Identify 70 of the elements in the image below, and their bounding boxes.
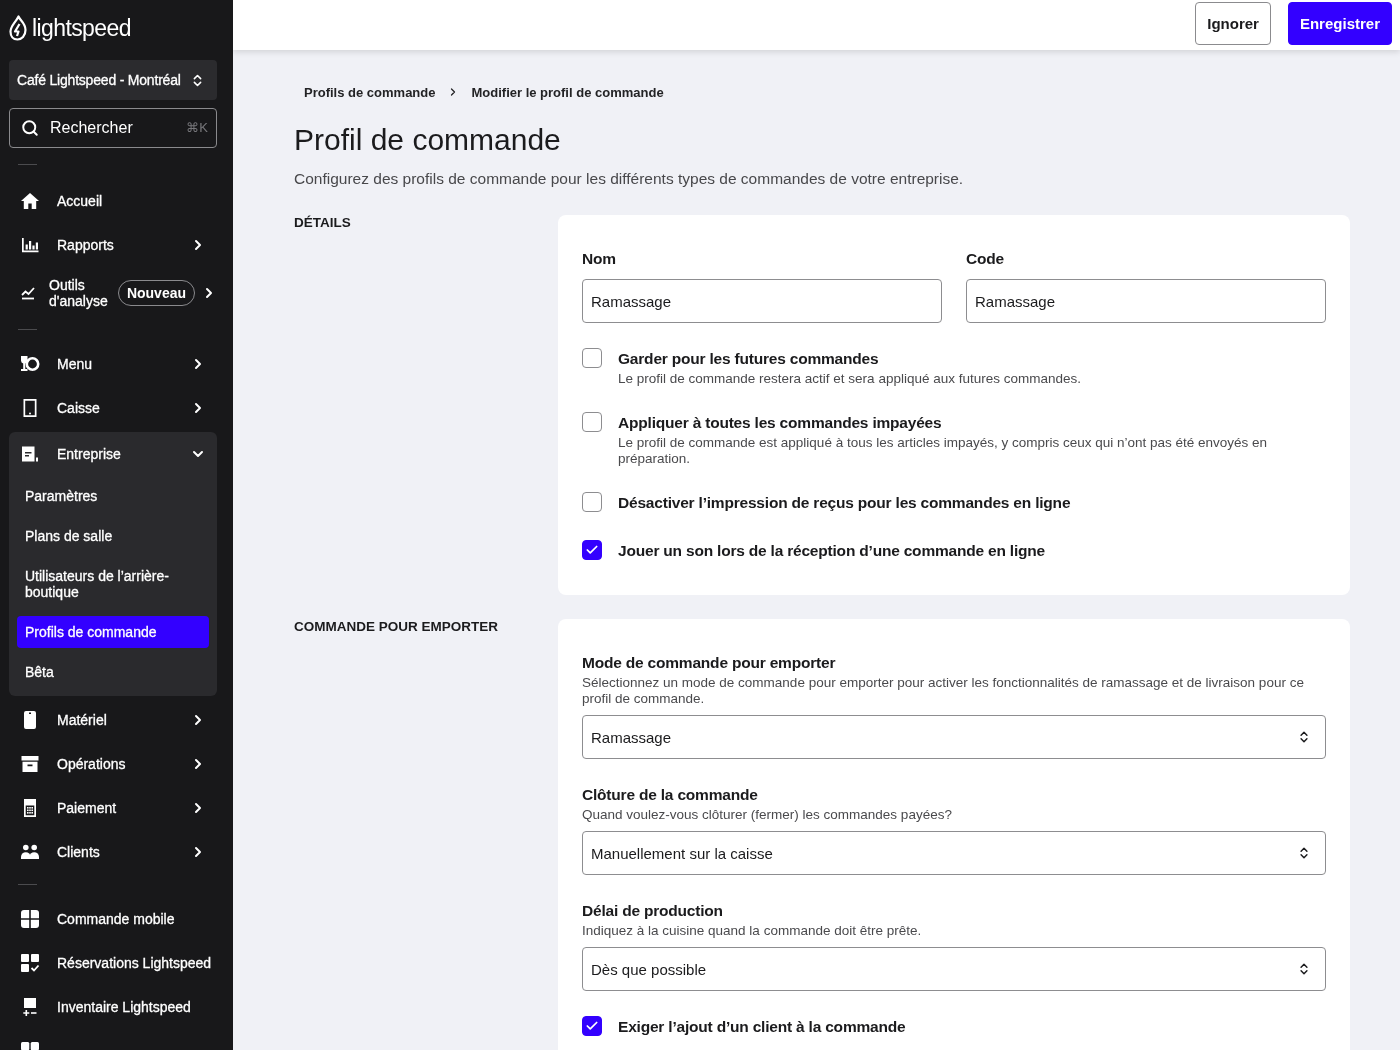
- checkbox[interactable]: [582, 492, 602, 512]
- people-icon: [20, 842, 40, 862]
- nav-item[interactable]: Entreprise: [9, 432, 217, 476]
- field-description: Indiquez à la cuisine quand la commande doit être prête.: [582, 923, 922, 939]
- field-label: Mode de commande pour emporter: [582, 653, 836, 673]
- nav-item[interactable]: Menu: [9, 342, 217, 386]
- section-heading: DÉTAILS: [294, 215, 352, 231]
- checkbox-description: Le profil de commande est appliqué à tous les articles impayés, y compris ceux qui n’ont pas été envoyés en préparation.: [618, 435, 1269, 467]
- nav-subitem[interactable]: Plans de salle: [17, 520, 209, 552]
- nav-item[interactable]: Accueil: [9, 179, 217, 223]
- checkbox[interactable]: [582, 412, 602, 432]
- document-icon: [20, 444, 40, 464]
- grid-check-icon: [20, 953, 40, 973]
- text-field[interactable]: Ramassage: [966, 279, 1326, 323]
- page-title: Profil de commande: [294, 122, 562, 158]
- location-selector[interactable]: Café Lightspeed - Montréal: [9, 60, 217, 100]
- glass-plate-icon: [20, 354, 40, 374]
- page-description: Configurez des profils de commande pour les différents types de commandes de votre entreprise.: [294, 169, 965, 189]
- box-plus-minus-icon: [20, 997, 40, 1017]
- field-description: Sélectionnez un mode de commande pour emporter pour activer les fonctionnalités de ramassage et de livraison pour ce profil de commande.: [582, 675, 1305, 707]
- checkbox-label: Appliquer à toutes les commandes impayées: [618, 413, 942, 433]
- nav-item[interactable]: Paiement: [9, 786, 217, 830]
- nav-item[interactable]: Rapports: [9, 223, 217, 267]
- nav-item[interactable]: Clients: [9, 830, 217, 874]
- save-button[interactable]: Enregistrer: [1287, 2, 1392, 45]
- select-field[interactable]: Dès que possible: [582, 947, 1326, 991]
- breadcrumb-current: Modifier le profil de commande: [471, 84, 664, 100]
- up-down-chevron-icon: [1297, 846, 1311, 860]
- checkbox[interactable]: [582, 1016, 602, 1036]
- archive-box-icon: [20, 754, 40, 774]
- checkbox-description: Le profil de commande restera actif et sera appliqué aux futures commandes.: [618, 371, 1081, 387]
- checkbox-label: Exiger l’ajout d’un client à la commande: [618, 1017, 906, 1037]
- shortcut-hint: ⌘K: [186, 120, 208, 136]
- nav-item[interactable]: Opérations: [9, 742, 217, 786]
- nav-item[interactable]: Inventaire Lightspeed: [9, 985, 217, 1029]
- cancel-button[interactable]: Ignorer: [1195, 2, 1271, 45]
- up-down-chevron-icon: [1297, 730, 1311, 744]
- checkbox-label: Jouer un son lors de la réception d’une commande en ligne: [618, 541, 1045, 561]
- bar-chart-icon: [20, 235, 40, 255]
- nav-subitem[interactable]: Profils de commande: [17, 616, 209, 648]
- field-label: Délai de production: [582, 901, 723, 921]
- up-down-chevron-icon: [1297, 962, 1311, 976]
- text-field[interactable]: Ramassage: [582, 279, 942, 323]
- check-icon: [585, 543, 599, 557]
- field-label: Nom: [582, 249, 616, 269]
- house-icon: [20, 191, 40, 211]
- nav-item[interactable]: Commande mobile: [9, 897, 217, 941]
- nav-item[interactable]: Matériel: [9, 698, 217, 742]
- breadcrumb-link[interactable]: Profils de commande: [304, 84, 436, 100]
- checkbox-label: Garder pour les futures commandes: [618, 349, 879, 369]
- section-heading: COMMANDE POUR EMPORTER: [294, 619, 499, 635]
- select-field[interactable]: Manuellement sur la caisse: [582, 831, 1326, 875]
- logo-text: lightspeed: [32, 14, 131, 42]
- nav-item[interactable]: Caisse: [9, 386, 217, 430]
- checkbox[interactable]: [582, 348, 602, 368]
- nav-subitem[interactable]: Utilisateurs de l’arrière-boutique: [17, 560, 209, 608]
- check-icon: [585, 1019, 599, 1033]
- select-field[interactable]: Ramassage: [582, 715, 1326, 759]
- nav-subitem[interactable]: Bêta: [17, 656, 209, 688]
- quartered-square-icon: [20, 909, 40, 929]
- checkbox[interactable]: [582, 540, 602, 560]
- search-icon: [21, 119, 39, 137]
- checkbox-label: Désactiver l’impression de reçus pour les commandes en ligne: [618, 493, 1071, 513]
- nav-subitem[interactable]: Paramètres: [17, 480, 209, 512]
- field-description: Quand voulez-vous clôturer (fermer) les commandes payées?: [582, 807, 952, 823]
- flame-logo-icon: [9, 15, 27, 41]
- nav-item[interactable]: Réservations Lightspeed: [9, 941, 217, 985]
- field-label: Clôture de la commande: [582, 785, 758, 805]
- field-label: Code: [966, 249, 1004, 269]
- nav-item[interactable]: Outils d'analyse Nouveau: [9, 267, 217, 319]
